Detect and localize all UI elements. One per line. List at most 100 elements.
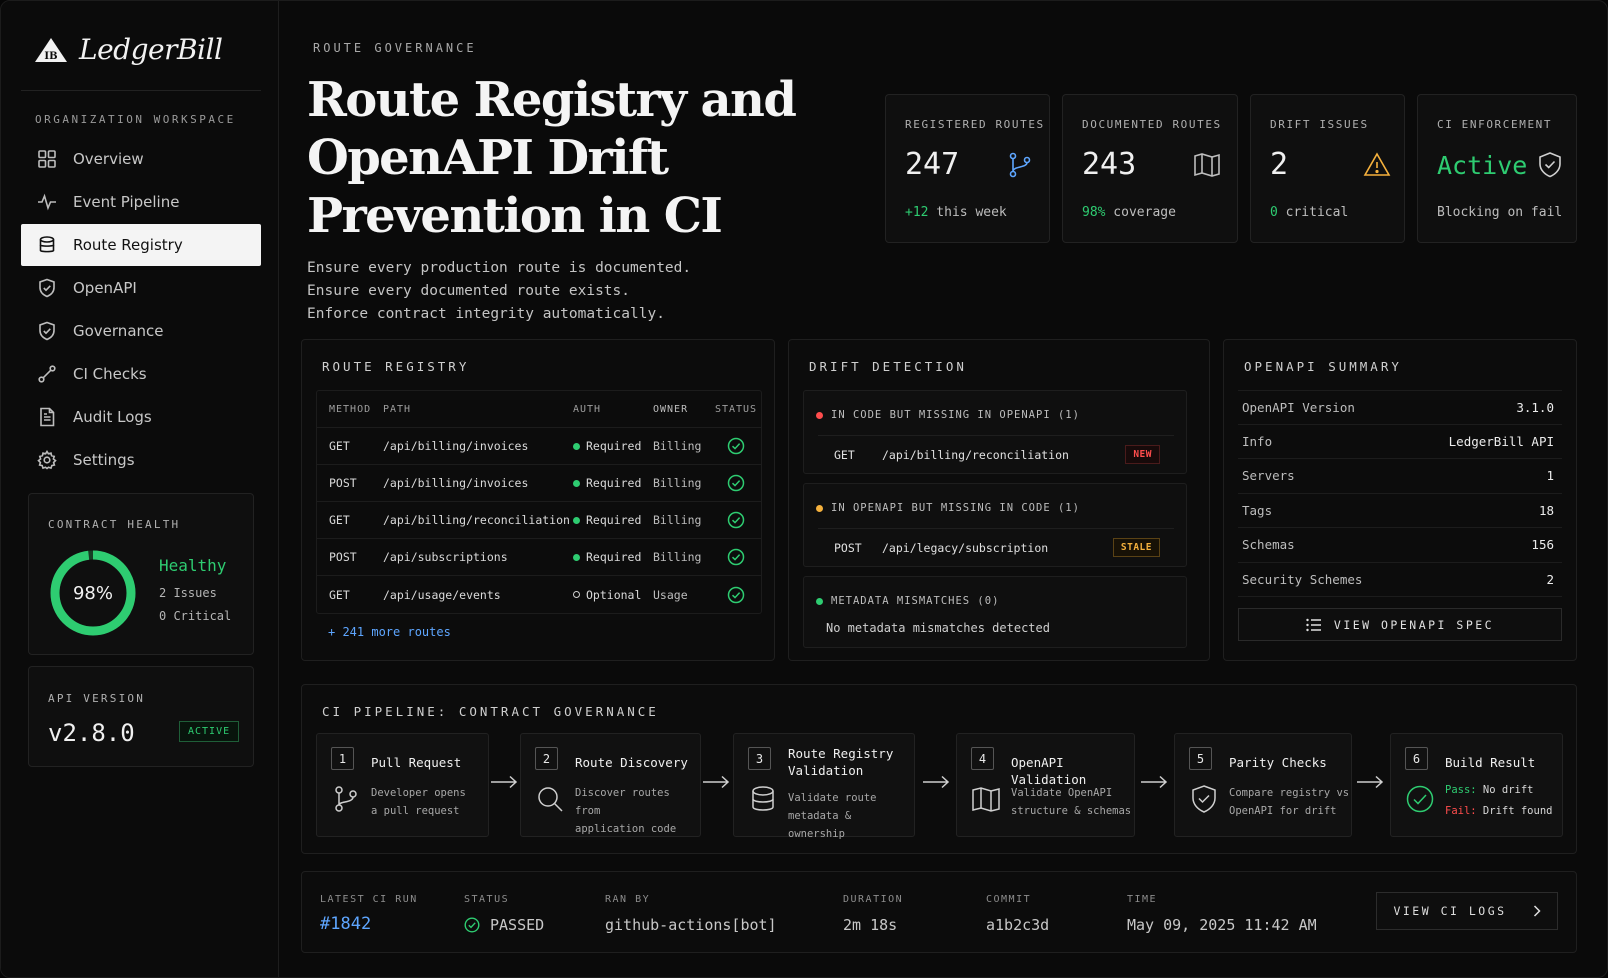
auth-required-dot <box>573 479 580 487</box>
openapi-summary-panel: OPENAPI SUMMARY OpenAPI Version 3.1.0 Inf… <box>1223 339 1577 661</box>
commit-value[interactable]: a1b2c3d <box>986 916 1049 934</box>
sidebar-item-event-pipeline[interactable]: Event Pipeline <box>21 181 261 223</box>
check-circle-icon <box>464 917 480 933</box>
table-row[interactable]: POST /api/billing/invoices Required Bill… <box>317 465 761 502</box>
logo[interactable]: IB LedgerBill <box>33 33 223 66</box>
step-description: Validate route metadata & ownership <box>788 789 914 843</box>
pipeline-step-openapi-validation[interactable]: 4 OpenAPI Validation Validate OpenAPI str… <box>956 733 1135 837</box>
list-item: Security Schemes 2 <box>1238 563 1562 597</box>
step-desc-line: OpenAPI for drift <box>1229 805 1337 817</box>
sidebar-item-label: Audit Logs <box>73 408 152 426</box>
subtitle-line: Enforce contract integrity automatically… <box>307 306 665 322</box>
row-auth: Required <box>573 476 653 490</box>
pipeline-step-registry-validation[interactable]: 3 Route Registry Validation Validate rout… <box>733 733 915 840</box>
step-desc-line: Developer opens <box>371 787 466 799</box>
button-label: VIEW CI LOGS <box>1393 904 1507 918</box>
red-dot <box>816 411 823 419</box>
stat-label: REGISTERED ROUTES <box>905 118 1045 131</box>
table-header: METHOD PATH AUTH OWNER STATUS <box>317 391 761 428</box>
panel-title: CI PIPELINE: CONTRACT GOVERNANCE <box>322 704 659 719</box>
row-method: GET <box>329 439 350 453</box>
drift-detection-panel: DRIFT DETECTION IN CODE BUT MISSING IN O… <box>788 339 1210 661</box>
stat-registered-routes: REGISTERED ROUTES 247 +12 this week <box>885 94 1050 243</box>
column-header[interactable]: STATUS <box>711 404 761 415</box>
pipeline-step-build-result[interactable]: 6 Build Result Pass: No drift Fail: Drif… <box>1390 733 1563 837</box>
book-map-icon <box>972 787 1000 812</box>
latest-ci-run-bar: LATEST CI RUN #1842 STATUS PASSED RAN BY… <box>301 871 1577 953</box>
sidebar-item-route-registry[interactable]: Route Registry <box>21 224 261 266</box>
item-value: 2 <box>1546 571 1554 587</box>
list-item: Info LedgerBill API <box>1238 425 1562 459</box>
subtitle-line: Ensure every documented route exists. <box>307 283 631 299</box>
sidebar-item-governance[interactable]: Governance <box>21 310 261 352</box>
app-window: IB LedgerBill ORGANIZATION WORKSPACE Ove… <box>0 0 1608 978</box>
stat-value: 2 <box>1270 147 1289 182</box>
route-icon <box>38 365 56 383</box>
item-value: 1 <box>1546 468 1554 484</box>
column-header[interactable]: OWNER <box>653 404 711 415</box>
step-title: Build Result <box>1445 755 1536 770</box>
step-desc-line: Compare registry vs <box>1229 787 1350 799</box>
svg-text:IB: IB <box>44 51 57 62</box>
page-title: Route Registry and OpenAPI Drift Prevent… <box>307 72 797 244</box>
amber-dot <box>816 504 823 512</box>
step-title: Parity Checks <box>1229 755 1327 770</box>
column-header[interactable]: AUTH <box>573 404 653 415</box>
row-owner: Billing <box>653 513 702 527</box>
more-routes-link[interactable]: + 241 more routes <box>328 625 451 639</box>
route-registry-panel: ROUTE REGISTRY METHOD PATH AUTH OWNER ST… <box>301 339 775 661</box>
step-number: 2 <box>535 747 558 770</box>
table-row[interactable]: GET /api/usage/events Optional Usage <box>317 576 761 613</box>
row-owner: Billing <box>653 439 702 453</box>
table-row[interactable]: POST /api/subscriptions Required Billing <box>317 539 761 576</box>
check-circle-icon <box>727 437 745 455</box>
check-circle-icon <box>727 511 745 529</box>
step-title: Route Discovery <box>575 755 688 770</box>
table-row[interactable]: GET /api/billing/invoices Required Billi… <box>317 428 761 465</box>
check-circle-icon <box>727 474 745 492</box>
panel-title: DRIFT DETECTION <box>809 359 967 374</box>
sidebar-divider <box>21 90 261 91</box>
stat-sub: Blocking on fail <box>1437 205 1562 220</box>
stat-ci-enforcement: CI ENFORCEMENT Active Blocking on fail <box>1417 94 1577 243</box>
view-ci-logs-button[interactable]: VIEW CI LOGS <box>1376 892 1558 930</box>
step-number: 1 <box>331 747 354 770</box>
pipeline-step-route-discovery[interactable]: 2 Route Discovery Discover routes from ap… <box>520 733 701 837</box>
route-table: METHOD PATH AUTH OWNER STATUS GET /api/b… <box>316 390 762 614</box>
sidebar-item-ci-checks[interactable]: CI Checks <box>21 353 261 395</box>
column-header[interactable]: METHOD <box>317 404 383 415</box>
pipeline-step-parity-checks[interactable]: 5 Parity Checks Compare registry vs OpenA… <box>1174 733 1352 837</box>
sidebar-item-overview[interactable]: Overview <box>21 138 261 180</box>
column-header[interactable]: PATH <box>383 404 573 415</box>
row-method: GET <box>329 513 350 527</box>
run-number-link[interactable]: #1842 <box>320 914 371 934</box>
drift-label: IN OPENAPI BUT MISSING IN CODE (1) <box>831 502 1080 514</box>
row-auth: Required <box>573 513 653 527</box>
table-row[interactable]: GET /api/billing/reconciliation Required… <box>317 502 761 539</box>
ci-pipeline-panel: CI PIPELINE: CONTRACT GOVERNANCE 1 Pull … <box>301 684 1577 854</box>
stat-drift-issues: DRIFT ISSUES 2 0 critical <box>1250 94 1405 243</box>
step-desc-line: Validate route <box>788 792 877 804</box>
green-dot <box>816 597 823 605</box>
stat-value: 247 <box>905 147 960 182</box>
sidebar-item-audit-logs[interactable]: Audit Logs <box>21 396 261 438</box>
pipeline-step-pull-request[interactable]: 1 Pull Request Developer opens a pull req… <box>316 733 489 837</box>
stat-sub-highlight: 98% <box>1082 205 1106 220</box>
stat-documented-routes: DOCUMENTED ROUTES 243 98% coverage <box>1062 94 1238 243</box>
step-title-line: Route Registry <box>788 746 894 761</box>
pass-text: No drift <box>1476 784 1534 796</box>
sidebar-item-openapi[interactable]: OpenAPI <box>21 267 261 309</box>
drift-route-row[interactable]: GET /api/billing/reconciliation NEW <box>818 435 1174 473</box>
drift-route-row[interactable]: POST /api/legacy/subscription STALE <box>818 528 1174 566</box>
shield-icon <box>39 321 55 341</box>
arrow-right-icon <box>1141 775 1168 789</box>
row-method: GET <box>329 587 350 602</box>
new-tag: NEW <box>1125 445 1160 464</box>
view-openapi-spec-button[interactable]: VIEW OPENAPI SPEC <box>1238 608 1562 641</box>
sidebar-item-settings[interactable]: Settings <box>21 439 261 481</box>
status-value: PASSED <box>464 916 544 934</box>
openapi-summary-list: OpenAPI Version 3.1.0 Info LedgerBill API … <box>1238 390 1562 597</box>
database-icon <box>752 786 774 811</box>
sidebar-item-label: OpenAPI <box>73 279 137 297</box>
drift-missing-code: IN OPENAPI BUT MISSING IN CODE (1) POST … <box>803 483 1187 567</box>
